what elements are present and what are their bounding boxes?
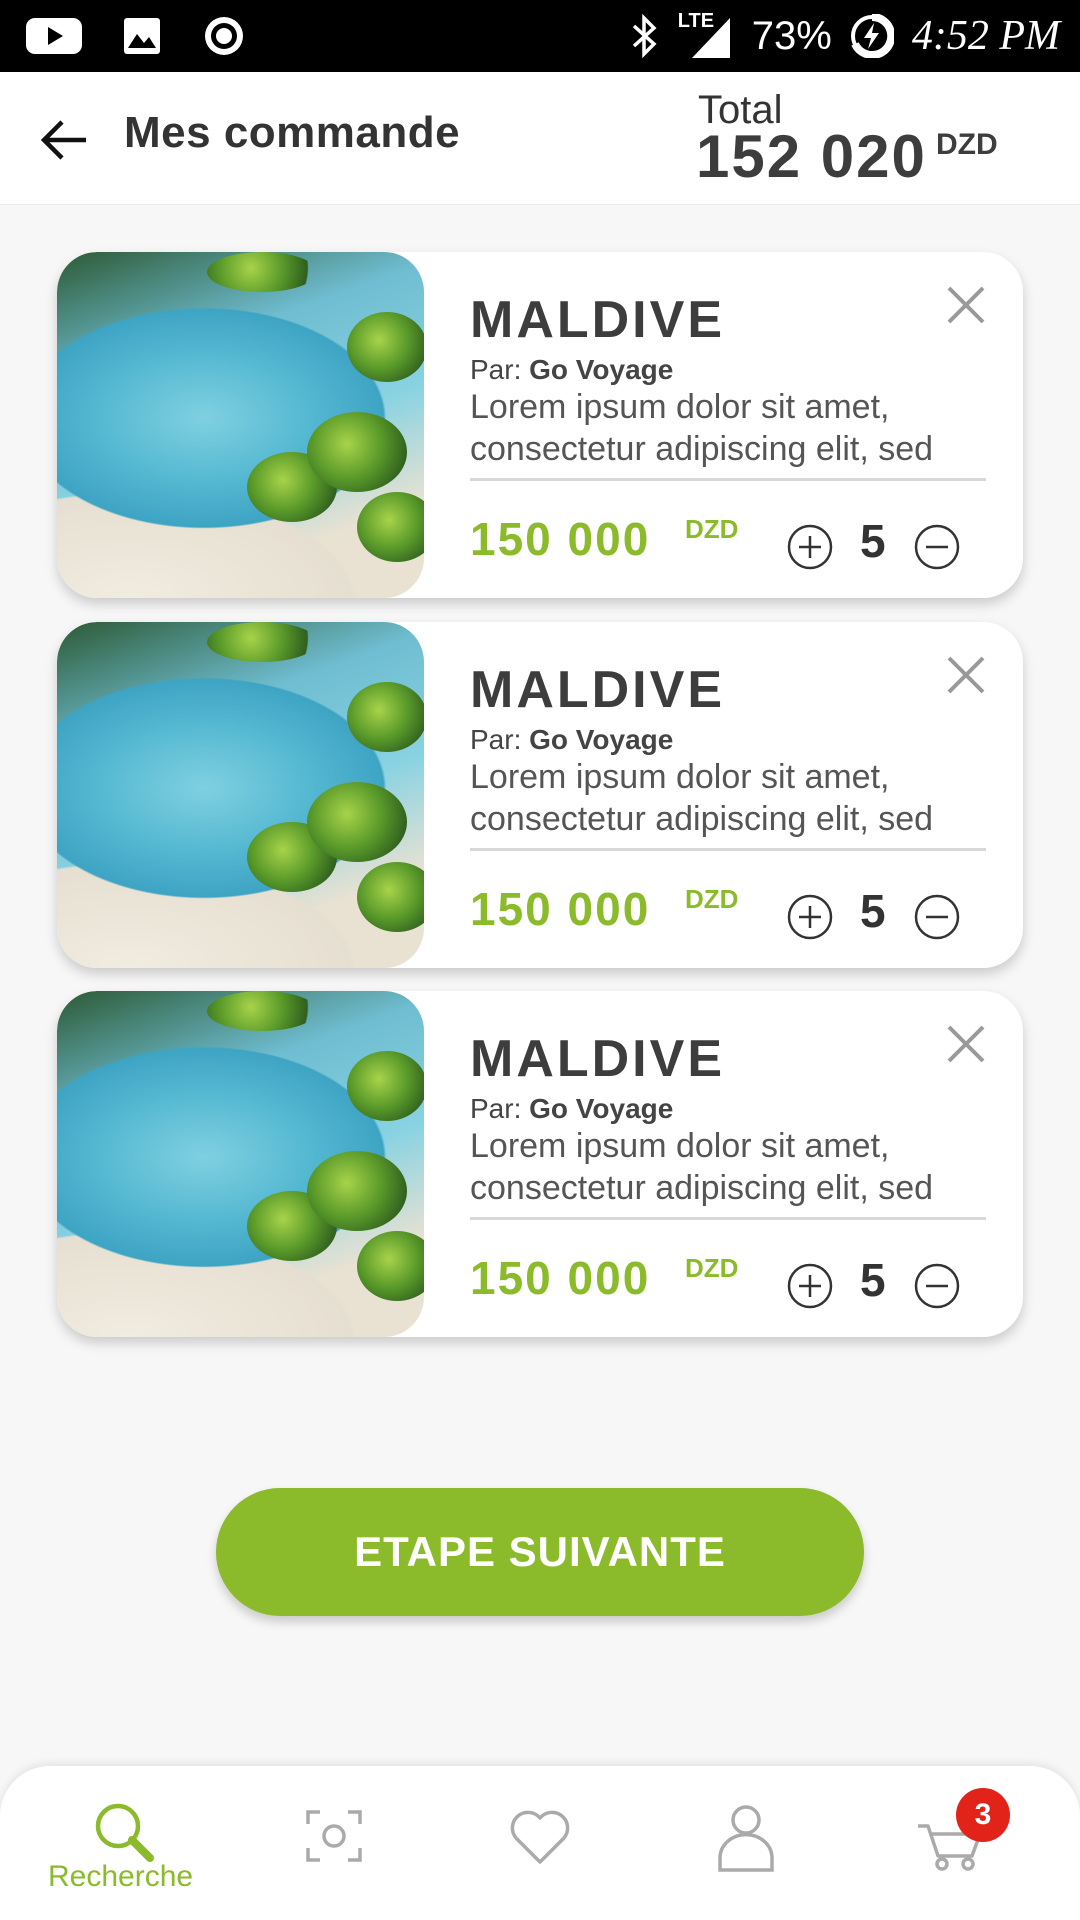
item-currency: DZD xyxy=(685,884,739,914)
gallery-icon xyxy=(124,18,160,54)
remove-item-close-icon[interactable] xyxy=(945,284,987,326)
bluetooth-icon xyxy=(632,14,657,58)
order-item-card: MALDIVE Par: Go Voyage Lorem ipsum dolor… xyxy=(57,991,1023,1337)
remove-item-close-icon[interactable] xyxy=(945,654,987,696)
destination-image xyxy=(57,622,424,968)
item-vendor: Par: Go Voyage xyxy=(470,1093,674,1124)
increase-quantity-button[interactable] xyxy=(787,524,833,570)
order-item-card: MALDIVE Par: Go Voyage Lorem ipsum dolor… xyxy=(57,252,1023,598)
profile-icon[interactable] xyxy=(706,1796,786,1876)
item-vendor: Par: Go Voyage xyxy=(470,354,674,385)
signal-icon: LTE xyxy=(678,10,734,62)
battery-charging-icon xyxy=(850,14,894,58)
battery-percent: 73% xyxy=(751,13,832,58)
divider xyxy=(470,478,986,481)
item-price: 150 000 xyxy=(470,883,651,935)
destination-image xyxy=(57,991,424,1337)
item-title: MALDIVE xyxy=(470,661,725,719)
item-description: Lorem ipsum dolor sit amet, consectetur … xyxy=(470,758,934,838)
app-header: Mes commande Total 152 020 DZD xyxy=(0,72,1080,205)
scan-icon[interactable] xyxy=(294,1796,374,1876)
total-amount: 152 020 xyxy=(696,123,927,190)
increase-quantity-button[interactable] xyxy=(787,894,833,940)
cart-count-badge: 3 xyxy=(956,1788,1010,1842)
youtube-icon xyxy=(26,18,82,54)
record-icon xyxy=(205,17,243,55)
bottom-navigation: Recherche 3 xyxy=(0,1766,1080,1920)
item-currency: DZD xyxy=(685,1253,739,1283)
item-description: Lorem ipsum dolor sit amet, consectetur … xyxy=(470,1127,934,1207)
item-currency: DZD xyxy=(685,514,739,544)
nav-label-recherche[interactable]: Recherche xyxy=(48,1860,193,1894)
status-bar: LTE 73% 4:52 PM xyxy=(0,0,1080,72)
item-quantity: 5 xyxy=(860,1254,886,1306)
page-title: Mes commande xyxy=(124,108,461,157)
remove-item-close-icon[interactable] xyxy=(945,1023,987,1065)
clock: 4:52 PM xyxy=(911,13,1060,59)
decrease-quantity-button[interactable] xyxy=(914,524,960,570)
decrease-quantity-button[interactable] xyxy=(914,894,960,940)
item-title: MALDIVE xyxy=(470,291,725,349)
divider xyxy=(470,1217,986,1220)
item-quantity: 5 xyxy=(860,885,886,937)
item-price: 150 000 xyxy=(470,1252,651,1304)
heart-icon[interactable] xyxy=(500,1796,580,1876)
destination-image xyxy=(57,252,424,598)
divider xyxy=(470,848,986,851)
item-title: MALDIVE xyxy=(470,1030,725,1088)
item-description: Lorem ipsum dolor sit amet, consectetur … xyxy=(470,388,934,468)
item-quantity: 5 xyxy=(860,515,886,567)
order-item-card: MALDIVE Par: Go Voyage Lorem ipsum dolor… xyxy=(57,622,1023,968)
total-currency: DZD xyxy=(936,128,998,161)
item-price: 150 000 xyxy=(470,513,651,565)
next-step-button[interactable]: ETAPE SUIVANTE xyxy=(216,1488,864,1616)
decrease-quantity-button[interactable] xyxy=(914,1263,960,1309)
increase-quantity-button[interactable] xyxy=(787,1263,833,1309)
back-arrow-icon[interactable] xyxy=(36,112,92,168)
item-vendor: Par: Go Voyage xyxy=(470,724,674,755)
